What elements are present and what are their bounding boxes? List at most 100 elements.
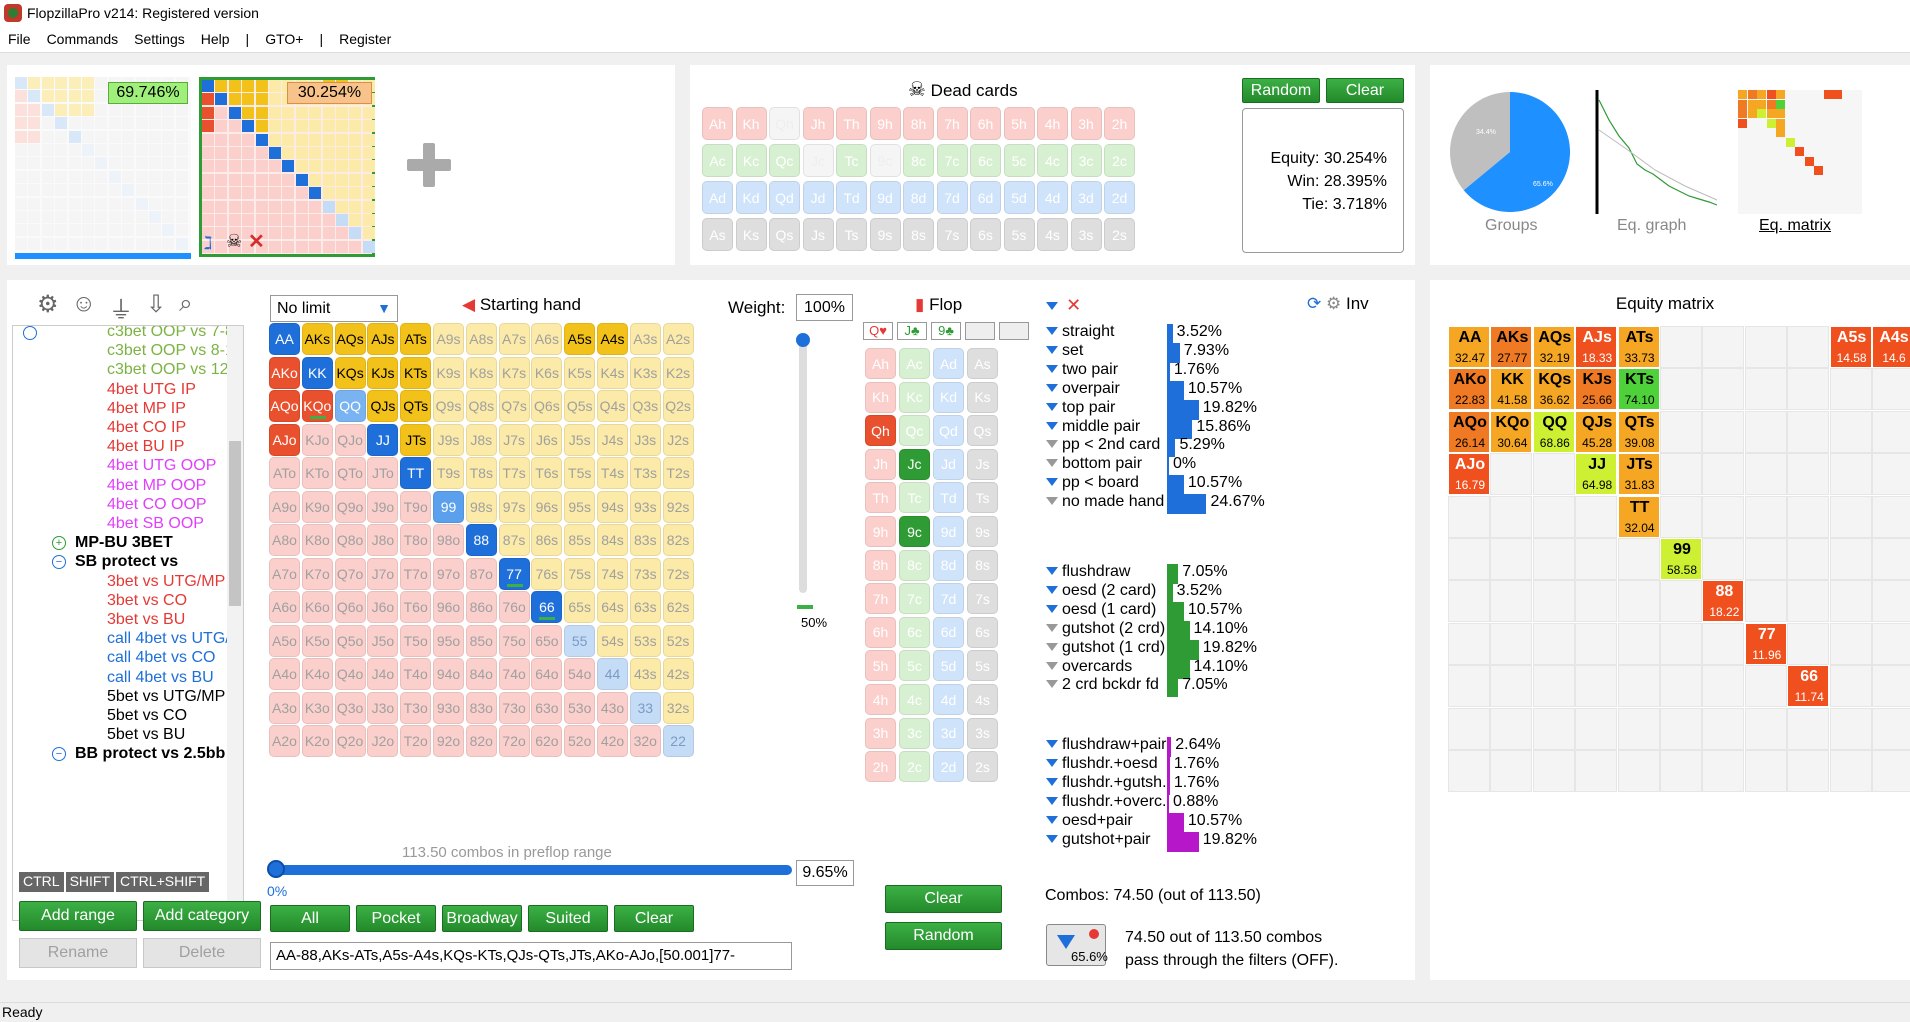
flop-card-9h[interactable]: 9h	[865, 516, 896, 547]
board-slot[interactable]	[965, 322, 995, 340]
hand-42s[interactable]: 42s	[662, 658, 694, 690]
range-slider[interactable]	[272, 865, 792, 875]
hand-J5s[interactable]: J5s	[564, 423, 596, 456]
range-button-all[interactable]: All	[270, 905, 350, 932]
matrix-cell[interactable]: QTs 39.08	[1617, 410, 1660, 453]
dead-card-8d[interactable]: 8d	[903, 181, 934, 214]
hand-KJo[interactable]: KJo	[301, 423, 333, 456]
matrix-cell[interactable]: KJs 25.66	[1575, 368, 1618, 411]
dead-card-6c[interactable]: 6c	[970, 144, 1001, 177]
matrix-cell[interactable]: AA 32.47	[1448, 326, 1490, 368]
hand-94o[interactable]: 94o	[433, 658, 464, 690]
hand-KQs[interactable]: KQs	[334, 356, 366, 389]
hand-J9o[interactable]: J9o	[367, 490, 399, 523]
tree-item[interactable]: call 4bet vs UTG/M	[107, 630, 243, 648]
hand-22[interactable]: 22	[662, 725, 694, 757]
weight-slider-thumb[interactable]	[796, 333, 810, 347]
dead-clear-button[interactable]: Clear	[1326, 78, 1404, 103]
menu-settings[interactable]: Settings	[126, 31, 193, 47]
dead-card-2d[interactable]: 2d	[1104, 181, 1135, 214]
hand-A9s[interactable]: A9s	[433, 323, 464, 355]
hand-KK[interactable]: KK	[301, 356, 333, 389]
flop-card-7c[interactable]: 7c	[899, 583, 930, 615]
matrix-cell[interactable]: TT 32.04	[1617, 495, 1660, 538]
flop-card-Kd[interactable]: Kd	[933, 381, 964, 413]
dead-card-7s[interactable]: 7s	[936, 218, 968, 251]
dead-card-3s[interactable]: 3s	[1070, 218, 1102, 251]
hand-K6s[interactable]: K6s	[531, 356, 563, 389]
hand-AJo[interactable]: AJo	[269, 423, 300, 456]
dead-card-Ac[interactable]: Ac	[702, 144, 733, 177]
hand-Q8o[interactable]: Q8o	[334, 524, 366, 556]
delete-button[interactable]: Delete	[143, 938, 261, 968]
hand-T6o[interactable]: T6o	[400, 591, 432, 623]
hand-QJs[interactable]: QJs	[367, 390, 399, 422]
filter-icon[interactable]	[1046, 604, 1058, 613]
hand-A7s[interactable]: A7s	[498, 323, 530, 355]
hand-75s[interactable]: 75s	[564, 557, 596, 590]
tab-groups[interactable]: Groups	[1485, 217, 1537, 235]
filter-icon[interactable]	[1046, 478, 1058, 487]
tree-item[interactable]: c3bet OOP vs 12-	[107, 361, 234, 379]
tree-item[interactable]: SB protect vs	[75, 553, 178, 571]
hand-TT[interactable]: TT	[400, 457, 432, 489]
flop-card-7s[interactable]: 7s	[967, 583, 998, 615]
hand-J2o[interactable]: J2o	[367, 725, 399, 757]
hand-63s[interactable]: 63s	[629, 591, 661, 623]
hand-85o[interactable]: 85o	[465, 624, 497, 657]
dead-card-7h[interactable]: 7h	[936, 107, 968, 140]
hand-T8s[interactable]: T8s	[465, 457, 497, 489]
dead-card-As[interactable]: As	[702, 218, 733, 251]
filter-icon[interactable]	[1046, 777, 1058, 786]
flop-card-6d[interactable]: 6d	[933, 616, 964, 648]
filter-row[interactable]: gutshot+pair	[1046, 831, 1151, 849]
hand-K3o[interactable]: K3o	[301, 691, 333, 724]
filter-icon[interactable]	[1046, 796, 1058, 805]
add-range-icon[interactable]	[407, 143, 451, 187]
dead-random-button[interactable]: Random	[1242, 78, 1320, 103]
hand-J8s[interactable]: J8s	[465, 423, 497, 456]
hand-K2o[interactable]: K2o	[301, 725, 333, 757]
tree-item[interactable]: 4bet UTG IP	[107, 381, 196, 399]
filter-row[interactable]: flushdraw	[1046, 563, 1130, 581]
hand-Q7s[interactable]: Q7s	[498, 390, 530, 422]
tree-item[interactable]: 4bet BU IP	[107, 438, 184, 456]
hand-AKo[interactable]: AKo	[269, 356, 300, 389]
hand-A3o[interactable]: A3o	[269, 691, 300, 724]
hand-T4o[interactable]: T4o	[400, 658, 432, 690]
hand-T4s[interactable]: T4s	[597, 457, 628, 489]
hand-52o[interactable]: 52o	[564, 725, 596, 757]
flop-card-9d[interactable]: 9d	[933, 516, 964, 547]
hand-54s[interactable]: 54s	[597, 624, 628, 657]
hand-73s[interactable]: 73s	[629, 557, 661, 590]
flop-card-Ac[interactable]: Ac	[899, 348, 930, 379]
hand-J4s[interactable]: J4s	[597, 423, 628, 456]
flop-card-2s[interactable]: 2s	[967, 751, 998, 783]
dead-card-Qs[interactable]: Qs	[769, 218, 800, 251]
tree-item[interactable]: 3bet vs UTG/MP	[107, 573, 225, 591]
flop-card-8s[interactable]: 8s	[967, 549, 998, 581]
filter-row[interactable]: gutshot (1 crd)	[1046, 639, 1165, 657]
flop-card-6c[interactable]: 6c	[899, 616, 930, 648]
hand-J4o[interactable]: J4o	[367, 658, 399, 690]
hand-84o[interactable]: 84o	[465, 658, 497, 690]
menu-help[interactable]: Help	[193, 31, 238, 47]
hand-84s[interactable]: 84s	[597, 524, 628, 556]
dead-card-4c[interactable]: 4c	[1037, 144, 1068, 177]
filter-row[interactable]: oesd (1 card)	[1046, 601, 1156, 619]
tab-equity-matrix[interactable]: Eq. matrix	[1759, 217, 1831, 235]
filter-row[interactable]: pp < 2nd card	[1046, 436, 1160, 454]
flop-card-3c[interactable]: 3c	[899, 717, 930, 749]
flop-card-Ks[interactable]: Ks	[967, 381, 998, 413]
flop-card-7h[interactable]: 7h	[865, 583, 896, 615]
hand-AKs[interactable]: AKs	[301, 323, 333, 355]
user-icon[interactable]: ☺	[72, 290, 97, 318]
hand-A8s[interactable]: A8s	[465, 323, 497, 355]
hand-66[interactable]: 66	[531, 591, 563, 623]
dead-card-3h[interactable]: 3h	[1070, 107, 1102, 140]
dead-card-Qh[interactable]: Qh	[769, 107, 800, 140]
flop-card-Jd[interactable]: Jd	[933, 448, 964, 480]
hand-K2s[interactable]: K2s	[662, 356, 694, 389]
flop-card-Qs[interactable]: Qs	[967, 415, 998, 447]
filter-row[interactable]: middle pair	[1046, 418, 1140, 436]
